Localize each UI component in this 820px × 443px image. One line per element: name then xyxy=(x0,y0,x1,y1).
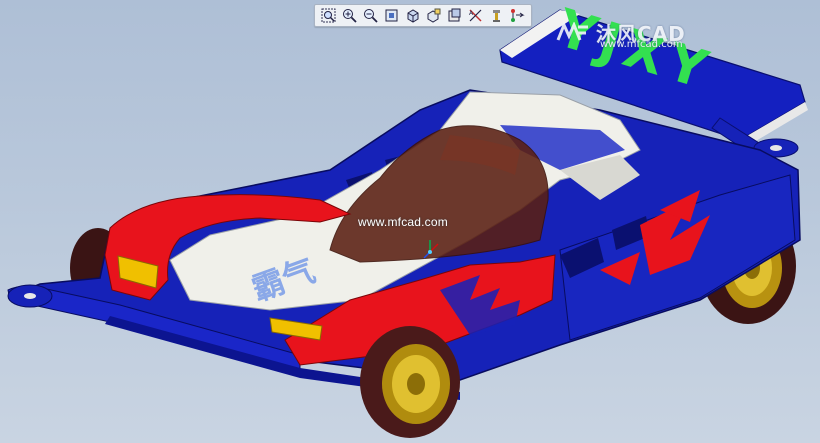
layers-button[interactable] xyxy=(445,6,464,25)
orient-icon xyxy=(407,9,419,23)
watermark-url: www.mfcad.com xyxy=(600,39,683,50)
saved-views-button[interactable] xyxy=(424,6,443,25)
datum-points-button[interactable] xyxy=(508,6,527,25)
zoom-in-button[interactable] xyxy=(340,6,359,25)
graphics-viewport[interactable]: YJXY 霸气 www.mfcad.com 沐风CAD www.mfcad.co… xyxy=(0,0,820,443)
saved-views-icon xyxy=(427,8,441,23)
zoom-out-icon xyxy=(364,9,378,23)
refit-button[interactable] xyxy=(382,6,401,25)
zoom-window-icon xyxy=(321,8,336,23)
layers-icon xyxy=(448,8,461,22)
datum-axes-button[interactable] xyxy=(487,6,506,25)
datum-points-icon xyxy=(511,9,525,22)
cockpit-canopy xyxy=(329,125,549,263)
zoom-in-icon xyxy=(343,9,357,23)
datum-planes-icon: A xyxy=(469,9,482,22)
refit-icon xyxy=(385,9,398,22)
orient-button[interactable] xyxy=(403,6,422,25)
zoom-out-button[interactable] xyxy=(361,6,380,25)
front-left-wheel xyxy=(360,326,460,438)
view-toolbar: A xyxy=(314,4,532,27)
datum-axes-icon xyxy=(493,10,500,22)
center-watermark-text: www.mfcad.com xyxy=(358,215,448,229)
mfcad-logo-icon xyxy=(556,21,588,41)
datum-planes-button[interactable]: A xyxy=(466,6,485,25)
zoom-window-button[interactable] xyxy=(319,6,338,25)
